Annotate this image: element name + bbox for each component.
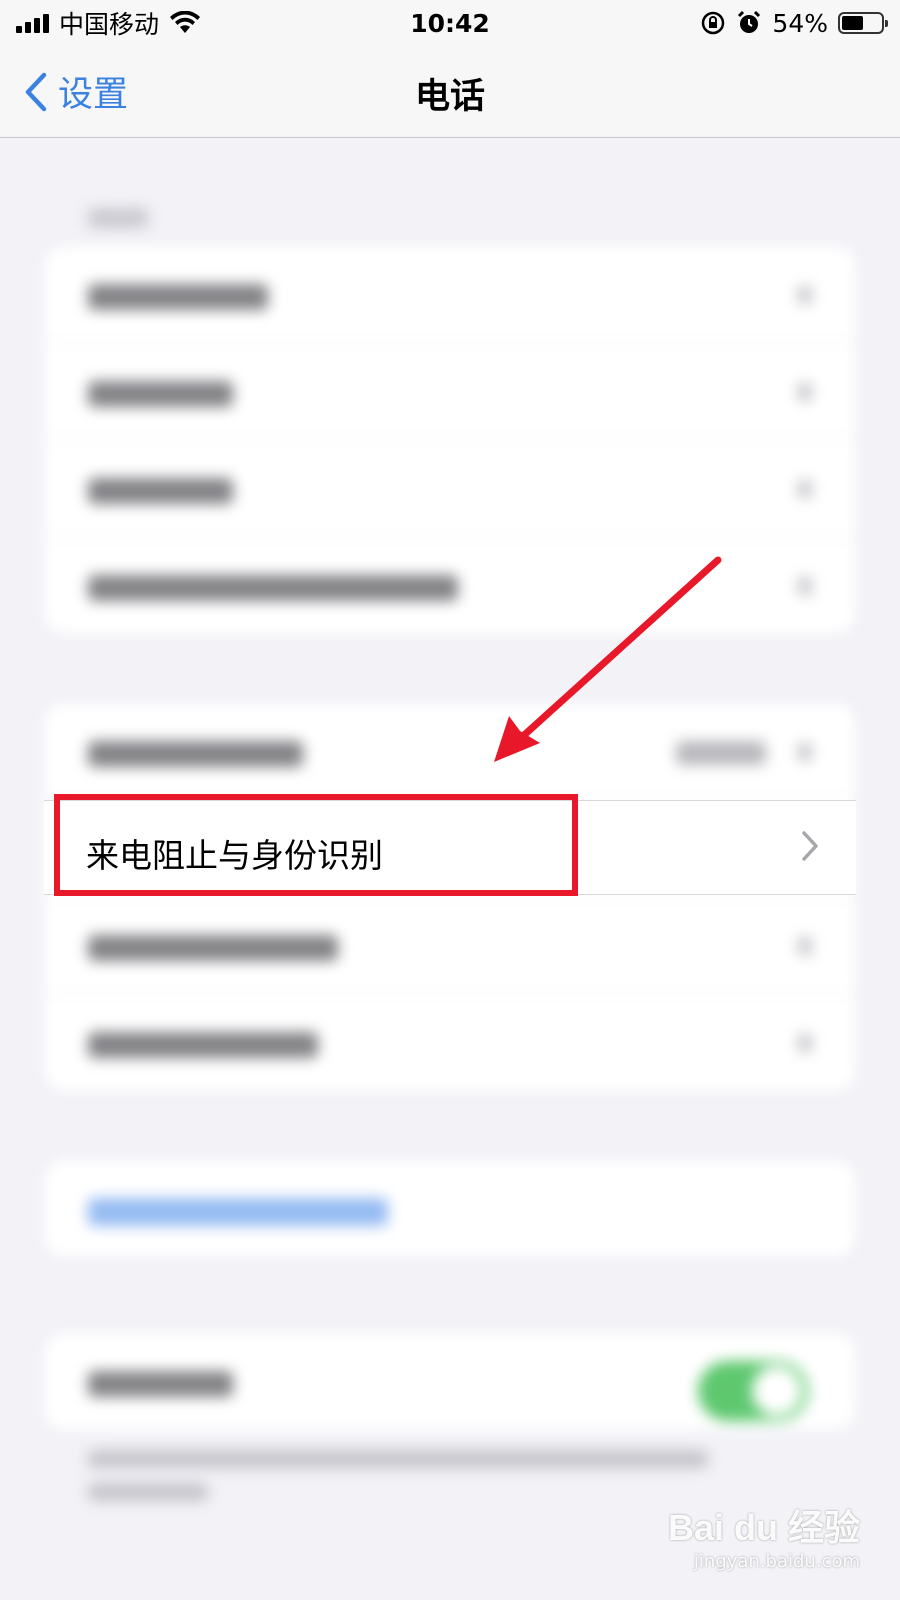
footnote-line bbox=[88, 1483, 208, 1501]
battery-fill bbox=[842, 16, 863, 30]
page-title: 电话 bbox=[414, 77, 485, 117]
settings-group-4 bbox=[44, 1333, 856, 1430]
list-item[interactable] bbox=[44, 246, 856, 343]
watermark-url: jingyan.baidu.com bbox=[693, 1551, 860, 1572]
list-item[interactable] bbox=[44, 537, 856, 634]
signal-icon bbox=[16, 13, 49, 33]
status-bar: 中国移动 10:42 54% bbox=[0, 0, 900, 46]
list-item[interactable] bbox=[44, 897, 856, 994]
list-item[interactable] bbox=[44, 343, 856, 440]
list-item[interactable] bbox=[44, 703, 856, 800]
settings-group-1 bbox=[44, 246, 856, 634]
watermark: Bai du 经验 jingyan.baidu.com bbox=[668, 1499, 860, 1572]
status-left: 中国移动 bbox=[16, 5, 201, 41]
footnote-line bbox=[88, 1450, 708, 1468]
alarm-icon bbox=[738, 10, 761, 33]
watermark-brand: Bai du 经验 bbox=[667, 1507, 860, 1548]
annotation-highlight-box bbox=[54, 794, 578, 896]
orientation-lock-icon bbox=[702, 11, 725, 35]
list-item[interactable] bbox=[44, 994, 856, 1091]
carrier-label: 中国移动 bbox=[59, 10, 160, 39]
list-item[interactable] bbox=[44, 440, 856, 537]
battery-percent: 54% bbox=[772, 8, 828, 38]
section-header bbox=[88, 208, 148, 228]
settings-group-2 bbox=[44, 703, 856, 1091]
nav-bar: 设置 电话 bbox=[0, 46, 900, 138]
toggle-switch[interactable] bbox=[698, 1361, 808, 1421]
status-right: 54% bbox=[700, 8, 888, 38]
chevron-right-icon bbox=[802, 831, 818, 861]
settings-group-3 bbox=[44, 1160, 856, 1257]
battery-icon bbox=[838, 12, 888, 34]
wifi-icon bbox=[170, 11, 201, 33]
link-placeholder[interactable] bbox=[88, 1198, 388, 1226]
